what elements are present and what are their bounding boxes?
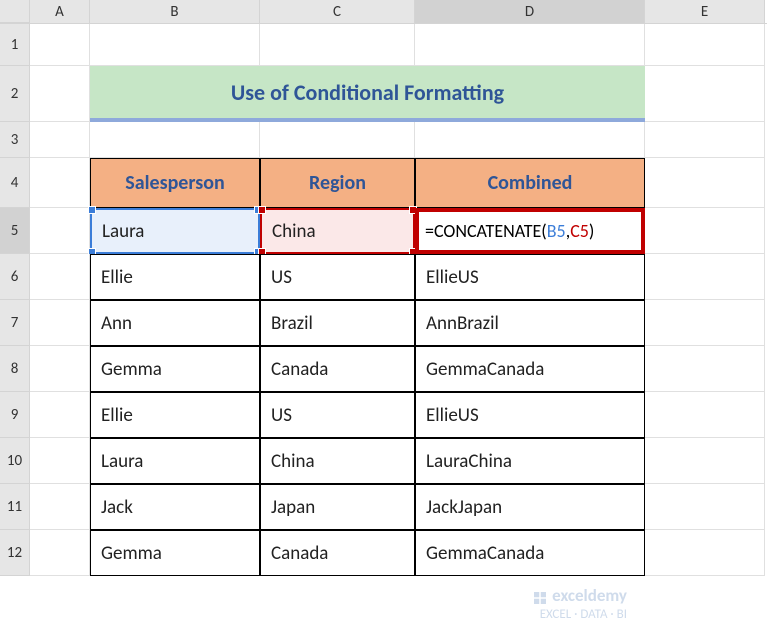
cell-e6[interactable] (645, 254, 765, 300)
cell-c8[interactable]: Canada (260, 346, 415, 392)
watermark-tag: EXCEL · DATA · BI (540, 607, 627, 622)
cell-a2[interactable] (30, 66, 90, 122)
cell-c6[interactable]: US (260, 254, 415, 300)
row-header-9[interactable]: 9 (0, 392, 30, 438)
cell-b9[interactable]: Ellie (90, 392, 260, 438)
cell-d9[interactable]: EllieUS (415, 392, 645, 438)
cell-a1[interactable] (30, 24, 90, 66)
cell-a6[interactable] (30, 254, 90, 300)
cell-e8[interactable] (645, 346, 765, 392)
cell-e4[interactable] (645, 158, 765, 208)
row-header-5[interactable]: 5 (0, 208, 30, 254)
cell-e10[interactable] (645, 438, 765, 484)
col-header-a[interactable]: A (30, 0, 90, 23)
cell-d6[interactable]: EllieUS (415, 254, 645, 300)
cell-b12[interactable]: Gemma (90, 530, 260, 576)
formula-fn: CONCATENATE( (434, 220, 547, 242)
row-header-8[interactable]: 8 (0, 346, 30, 392)
header-region[interactable]: Region (260, 158, 415, 208)
watermark-brand: exceldemy (552, 585, 627, 606)
row-header-3[interactable]: 3 (0, 122, 30, 158)
cell-e5[interactable] (645, 208, 765, 254)
col-header-d[interactable]: D (415, 0, 645, 23)
cell-d12[interactable]: GemmaCanada (415, 530, 645, 576)
grid-body: 1 2 Use of Conditional Formatting 3 (0, 24, 767, 576)
cell-e11[interactable] (645, 484, 765, 530)
cell-e9[interactable] (645, 392, 765, 438)
cell-e3[interactable] (645, 122, 765, 158)
cell-c10[interactable]: China (260, 438, 415, 484)
cell-a10[interactable] (30, 438, 90, 484)
cell-a3[interactable] (30, 122, 90, 158)
cell-c7[interactable]: Brazil (260, 300, 415, 346)
cell-d8[interactable]: GemmaCanada (415, 346, 645, 392)
cell-c9[interactable]: US (260, 392, 415, 438)
cell-b8[interactable]: Gemma (90, 346, 260, 392)
cell-b10[interactable]: Laura (90, 438, 260, 484)
col-header-c[interactable]: C (260, 0, 415, 23)
cell-c3[interactable] (260, 122, 415, 158)
cell-d5-formula[interactable]: =CONCATENATE(B5,C5) (415, 208, 645, 254)
cell-e1[interactable] (645, 24, 765, 66)
watermark-icon (531, 589, 549, 607)
formula-ref-b5: B5 (547, 220, 566, 242)
cell-a5[interactable] (30, 208, 90, 254)
cell-e7[interactable] (645, 300, 765, 346)
formula-close: ) (589, 220, 594, 242)
row-header-11[interactable]: 11 (0, 484, 30, 530)
cell-b1[interactable] (90, 24, 260, 66)
row-header-10[interactable]: 10 (0, 438, 30, 484)
cell-d11[interactable]: JackJapan (415, 484, 645, 530)
cell-b5-salesperson[interactable]: Laura (90, 208, 260, 254)
row-header-12[interactable]: 12 (0, 530, 30, 576)
cell-a8[interactable] (30, 346, 90, 392)
cell-d3[interactable] (415, 122, 645, 158)
column-headers: A B C D E (0, 0, 767, 24)
cell-b3[interactable] (90, 122, 260, 158)
cell-a7[interactable] (30, 300, 90, 346)
cell-c12[interactable]: Canada (260, 530, 415, 576)
select-all-corner[interactable] (0, 0, 30, 23)
cell-b11[interactable]: Jack (90, 484, 260, 530)
cell-b6[interactable]: Ellie (90, 254, 260, 300)
row-header-4[interactable]: 4 (0, 158, 30, 208)
spreadsheet: A B C D E 1 2 Use of Conditional Formatt… (0, 0, 767, 576)
col-header-b[interactable]: B (90, 0, 260, 23)
cell-d1[interactable] (415, 24, 645, 66)
header-combined[interactable]: Combined (415, 158, 645, 208)
cell-c5-region[interactable]: China (260, 208, 415, 254)
cell-a9[interactable] (30, 392, 90, 438)
title-merged-cell[interactable]: Use of Conditional Formatting (90, 66, 645, 122)
row-header-1[interactable]: 1 (0, 24, 30, 66)
cell-d10[interactable]: LauraChina (415, 438, 645, 484)
row-header-2[interactable]: 2 (0, 66, 30, 122)
cell-e12[interactable] (645, 530, 765, 576)
row-header-7[interactable]: 7 (0, 300, 30, 346)
cell-c1[interactable] (260, 24, 415, 66)
cell-b7[interactable]: Ann (90, 300, 260, 346)
header-salesperson[interactable]: Salesperson (90, 158, 260, 208)
cell-a4[interactable] (30, 158, 90, 208)
watermark: exceldemy EXCEL · DATA · BI (531, 585, 627, 622)
cell-a11[interactable] (30, 484, 90, 530)
row-header-6[interactable]: 6 (0, 254, 30, 300)
cell-d7[interactable]: AnnBrazil (415, 300, 645, 346)
col-header-e[interactable]: E (645, 0, 765, 23)
formula-ref-c5: C5 (570, 220, 589, 242)
formula-eq: = (425, 220, 434, 242)
cell-e2[interactable] (645, 66, 765, 122)
cell-c11[interactable]: Japan (260, 484, 415, 530)
cell-a12[interactable] (30, 530, 90, 576)
